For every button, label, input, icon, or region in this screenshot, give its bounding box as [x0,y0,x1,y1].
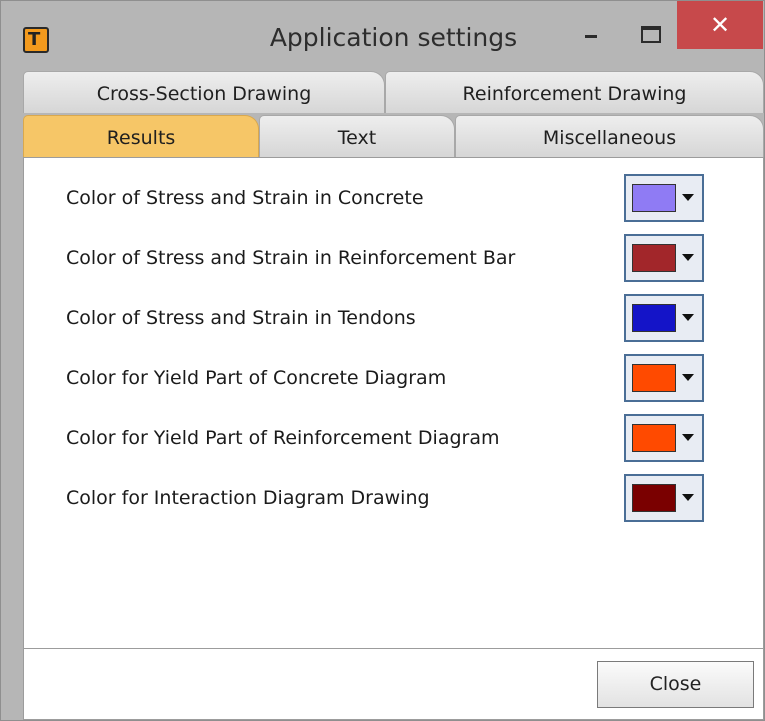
settings-window: T Application settings ✕ Cross-Section D… [0,0,765,721]
color-picker-tendons[interactable] [624,294,704,342]
color-swatch [632,364,676,392]
color-swatch [632,484,676,512]
results-panel: Color of Stress and Strain in Concrete C… [23,157,764,649]
dropdown-arrow-icon [682,374,694,381]
setting-label: Color for Yield Part of Concrete Diagram [66,367,447,389]
maximize-button[interactable] [629,21,677,51]
dropdown-arrow-icon [682,494,694,501]
dropdown-arrow-icon [682,194,694,201]
color-picker-yield-concrete[interactable] [624,354,704,402]
close-window-button[interactable]: ✕ [677,1,763,49]
dropdown-arrow-icon [682,434,694,441]
color-picker-yield-reinforcement[interactable] [624,414,704,462]
minimize-button[interactable] [567,21,615,51]
dropdown-arrow-icon [682,314,694,321]
setting-label: Color for Yield Part of Reinforcement Di… [66,427,500,449]
dialog-footer: Close [23,649,764,720]
tab-miscellaneous[interactable]: Miscellaneous [455,115,764,157]
setting-label: Color for Interaction Diagram Drawing [66,487,430,509]
color-swatch [632,424,676,452]
tab-results[interactable]: Results [23,115,259,157]
setting-label: Color of Stress and Strain in Reinforcem… [66,247,516,269]
title-bar[interactable]: T Application settings ✕ [1,1,764,71]
setting-label: Color of Stress and Strain in Concrete [66,187,424,209]
color-swatch [632,244,676,272]
dropdown-arrow-icon [682,254,694,261]
tab-cross-section-drawing[interactable]: Cross-Section Drawing [23,71,385,113]
color-picker-concrete[interactable] [624,174,704,222]
setting-label: Color of Stress and Strain in Tendons [66,307,416,329]
settings-tabs: Cross-Section Drawing Reinforcement Draw… [23,71,764,157]
tab-text[interactable]: Text [259,115,455,157]
color-picker-interaction-diagram[interactable] [624,474,704,522]
color-picker-reinforcement-bar[interactable] [624,234,704,282]
tab-reinforcement-drawing[interactable]: Reinforcement Drawing [385,71,764,113]
color-swatch [632,184,676,212]
close-button[interactable]: Close [597,661,754,708]
color-swatch [632,304,676,332]
